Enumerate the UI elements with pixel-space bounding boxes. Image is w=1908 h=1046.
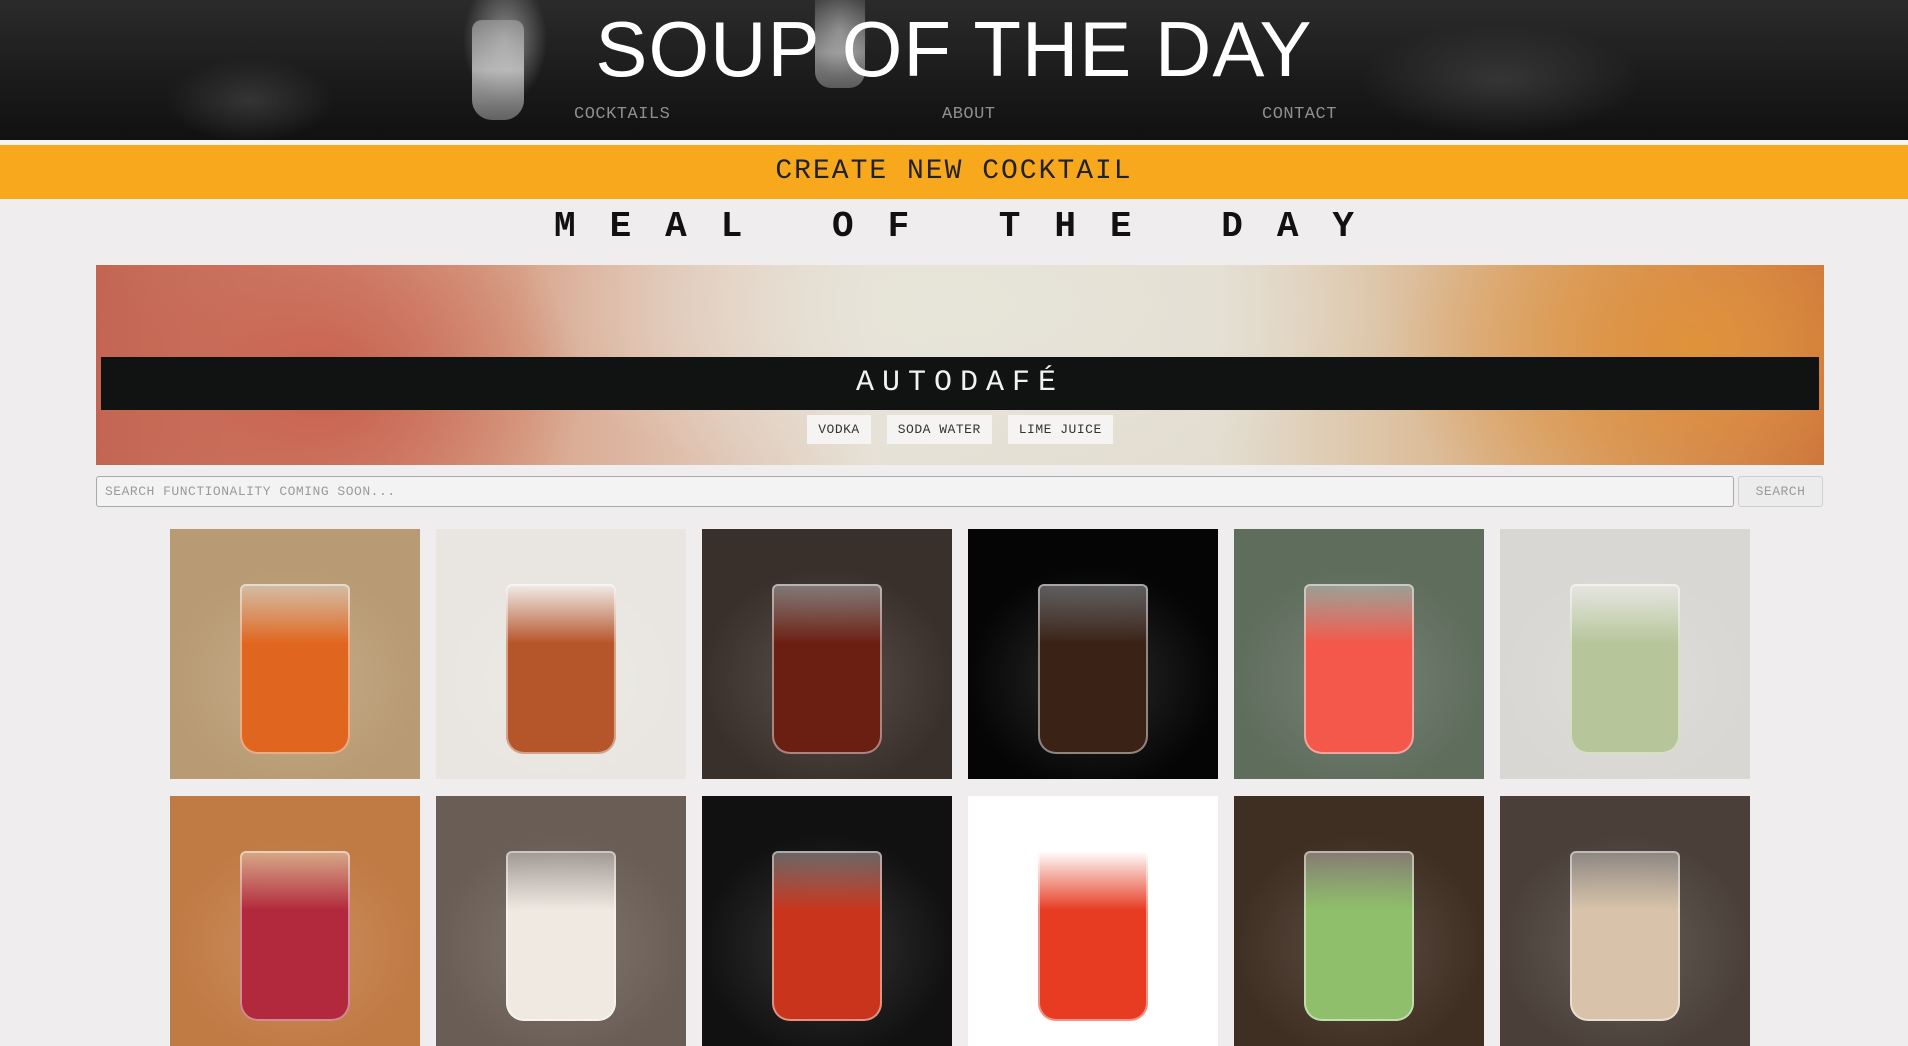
featured-cocktail-name[interactable]: AUTODAFÉ bbox=[101, 357, 1819, 410]
meal-of-the-day-heading: MEAL OF THE DAY bbox=[553, 206, 1389, 247]
cocktail-glass-image bbox=[1570, 851, 1680, 1021]
cocktail-card[interactable] bbox=[702, 796, 952, 1046]
cocktail-card[interactable] bbox=[170, 529, 420, 779]
cocktail-card[interactable] bbox=[1500, 529, 1750, 779]
nav-link-cocktails[interactable]: COCKTAILS bbox=[574, 105, 670, 124]
cocktail-glass-image bbox=[506, 584, 616, 754]
featured-cocktail-banner[interactable]: AUTODAFÉ VODKA SODA WATER LIME JUICE bbox=[96, 265, 1824, 465]
cocktail-card[interactable] bbox=[436, 529, 686, 779]
cocktail-glass-image bbox=[240, 584, 350, 754]
cocktail-glass-image bbox=[240, 851, 350, 1021]
search-button[interactable]: SEARCH bbox=[1738, 476, 1823, 507]
cocktail-card[interactable] bbox=[968, 796, 1218, 1046]
ingredient-tag: VODKA bbox=[807, 415, 871, 444]
cocktail-glass-image bbox=[1038, 851, 1148, 1021]
ingredient-tag: LIME JUICE bbox=[1007, 415, 1113, 444]
cocktail-card[interactable] bbox=[968, 529, 1218, 779]
site-title[interactable]: SOUP OF THE DAY bbox=[0, 6, 1908, 92]
cocktail-card[interactable] bbox=[702, 529, 952, 779]
nav-link-about[interactable]: ABOUT bbox=[942, 105, 996, 124]
cocktail-glass-image bbox=[772, 584, 882, 754]
nav-link-contact[interactable]: CONTACT bbox=[1262, 105, 1337, 124]
cocktail-glass-image bbox=[1570, 584, 1680, 754]
ingredient-tags: VODKA SODA WATER LIME JUICE bbox=[96, 415, 1824, 444]
cocktail-glass-image bbox=[1038, 584, 1148, 754]
cocktail-card[interactable] bbox=[1234, 529, 1484, 779]
ingredient-tag: SODA WATER bbox=[886, 415, 992, 444]
cocktail-card[interactable] bbox=[1500, 796, 1750, 1046]
main-nav: COCKTAILS ABOUT CONTACT bbox=[0, 105, 1908, 129]
search-input[interactable] bbox=[96, 476, 1734, 507]
create-new-cocktail-button[interactable]: CREATE NEW COCKTAIL bbox=[0, 145, 1908, 199]
cocktail-glass-image bbox=[772, 851, 882, 1021]
cocktail-card[interactable] bbox=[170, 796, 420, 1046]
cocktail-glass-image bbox=[1304, 851, 1414, 1021]
site-header: SOUP OF THE DAY COCKTAILS ABOUT CONTACT bbox=[0, 0, 1908, 140]
cocktail-card[interactable] bbox=[1234, 796, 1484, 1046]
cocktail-card[interactable] bbox=[436, 796, 686, 1046]
cocktail-glass-image bbox=[1304, 584, 1414, 754]
cocktail-glass-image bbox=[506, 851, 616, 1021]
